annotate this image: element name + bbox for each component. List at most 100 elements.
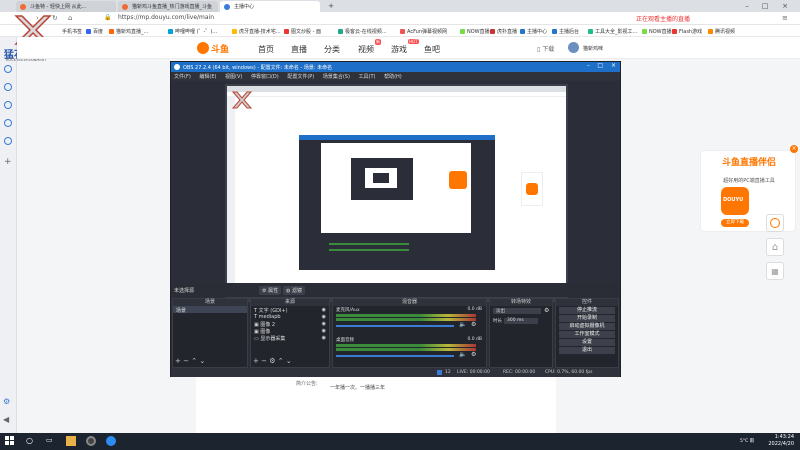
obs-menu-profile[interactable]: 配置文件(P) (287, 73, 314, 80)
bookmark-item[interactable]: 主播后台 (552, 28, 579, 35)
start-recording-button[interactable]: 开始录制 (559, 315, 615, 322)
scene-item[interactable]: 场景 (173, 306, 247, 314)
obs-preview[interactable] (225, 84, 568, 302)
settings-button[interactable]: 设置 (559, 339, 615, 346)
add-scene-icon[interactable]: + (175, 357, 181, 365)
browser-tab[interactable]: 猫斩鸡斗鱼直播_热门游戏直播_斗鱼 (118, 1, 218, 12)
home-float-button[interactable]: ⌂ (766, 238, 784, 256)
bookmark-item[interactable]: 手机书签 (62, 28, 82, 35)
add-source-icon[interactable]: + (253, 357, 259, 365)
bookmark-item[interactable]: 哔哩哔哩 (゜-゜)... (168, 28, 217, 35)
bookmark-item[interactable]: 虎扑直播 (490, 28, 517, 35)
source-item[interactable]: T mediapb ◉ (251, 313, 329, 320)
bookmark-item[interactable]: 图文炒股 - 面 (284, 28, 321, 35)
source-settings-icon[interactable]: ⚙ (269, 357, 275, 365)
speaker-icon[interactable]: 🔈 (459, 321, 466, 328)
source-up-icon[interactable]: ⌃ (278, 357, 284, 365)
obs-menu-scene-collection[interactable]: 场景集合(S) (323, 73, 350, 80)
file-explorer-icon[interactable] (66, 436, 76, 446)
windows-start-icon[interactable] (5, 436, 15, 446)
obs-menu-help[interactable]: 帮助(H) (384, 73, 402, 80)
username[interactable]: 猫斩鸡咪 (583, 45, 603, 52)
sidebar-add-icon[interactable]: + (4, 157, 12, 167)
url-field[interactable]: https://mp.douyu.com/live/main (118, 14, 214, 21)
taskbar-clock[interactable]: 1:43:24 2022/4/20 (768, 434, 794, 448)
remove-scene-icon[interactable]: − (183, 357, 189, 365)
download-link[interactable]: ▯ 下载 (537, 44, 554, 53)
remove-source-icon[interactable]: − (261, 357, 267, 365)
obs-minimize-icon[interactable]: – (587, 62, 590, 69)
stop-streaming-button[interactable]: 停止推流 (559, 307, 615, 314)
properties-button[interactable]: ⚙ 属性 (259, 286, 282, 295)
browser-tab-active[interactable]: 主播中心 (220, 1, 320, 12)
nav-live[interactable]: 直播 (291, 44, 307, 55)
channel-settings-icon[interactable]: ⚙ (471, 351, 476, 358)
bookmark-item[interactable]: 工具大全_影视工... (588, 28, 637, 35)
bookmark-item[interactable]: NOW直播 (460, 28, 490, 35)
bookmark-item[interactable]: AcFun弹幕视频网 (400, 28, 447, 35)
watching-notice[interactable]: 正在观看主播的直播 (636, 14, 690, 23)
volume-slider[interactable] (336, 325, 454, 327)
ad-download-button[interactable]: 立即下载 (721, 219, 749, 227)
obs-menu-file[interactable]: 文件(F) (174, 73, 191, 80)
sidebar-settings-icon[interactable]: ⚙ (3, 397, 10, 406)
bookmark-item[interactable]: Flash游戏 (672, 28, 702, 35)
bookmark-item[interactable]: NOW直播 (642, 28, 672, 35)
weather-text[interactable]: 5°C 雨 (740, 438, 754, 444)
browser-tab[interactable]: 斗鱼特 - 轻快上网 从此... (16, 1, 116, 12)
duration-input[interactable]: 300 ms (504, 318, 538, 324)
nav-fishbar[interactable]: 鱼吧 (424, 44, 440, 55)
transition-select[interactable]: 淡出 (493, 308, 541, 314)
close-icon[interactable]: × (780, 2, 790, 10)
transition-settings-icon[interactable]: ⚙ (544, 307, 549, 314)
ad-close-icon[interactable]: × (790, 145, 798, 153)
sidebar-bookmark-icon[interactable] (4, 65, 12, 73)
scene-down-icon[interactable]: ⌄ (199, 357, 205, 365)
obs-taskbar-icon[interactable] (86, 436, 96, 446)
source-down-icon[interactable]: ⌄ (286, 357, 292, 365)
obs-menu-edit[interactable]: 编辑(E) (199, 73, 216, 80)
exit-button[interactable]: 退出 (559, 347, 615, 354)
nav-game[interactable]: 游戏 (391, 44, 407, 55)
source-item[interactable]: ▭ 显示器采集 ◉ (251, 334, 329, 342)
obs-menu-tools[interactable]: 工具(T) (359, 73, 376, 80)
bookmark-item[interactable]: 主播中心 (520, 28, 547, 35)
sidebar-chat-icon[interactable] (4, 101, 12, 109)
sidebar-collapse-icon[interactable]: ◀ (3, 415, 9, 424)
play-float-button[interactable] (766, 214, 784, 232)
minimize-icon[interactable]: – (742, 2, 752, 10)
studio-mode-button[interactable]: 工作室模式 (559, 331, 615, 338)
home-icon[interactable]: ⌂ (68, 14, 72, 22)
sidebar-video-icon[interactable] (4, 83, 12, 91)
maximize-icon[interactable]: □ (760, 2, 770, 10)
obs-menu-view[interactable]: 视图(V) (225, 73, 242, 80)
channel-settings-icon[interactable]: ⚙ (471, 321, 476, 328)
search-icon[interactable]: ○ (26, 436, 36, 446)
menu-icon[interactable]: ≡ (782, 14, 788, 22)
scene-up-icon[interactable]: ⌃ (191, 357, 197, 365)
nav-category[interactable]: 分类 (324, 44, 340, 55)
nav-home[interactable]: 首页 (258, 44, 274, 55)
bookmark-item[interactable]: 虎牙直播-技术宅... (232, 28, 281, 35)
nav-video[interactable]: 视频 (358, 44, 374, 55)
virtual-camera-button[interactable]: 启动虚拟摄像机 (559, 323, 615, 330)
obs-maximize-icon[interactable]: □ (597, 62, 603, 69)
avatar[interactable] (568, 42, 579, 53)
source-item[interactable]: T 文字 (GDI+) ◉ (251, 306, 329, 314)
browser-taskbar-icon[interactable] (106, 436, 116, 446)
visibility-eye-icon[interactable]: ◉ (322, 335, 326, 341)
filters-button[interactable]: ◍ 滤镜 (283, 286, 305, 295)
obs-close-icon[interactable]: × (611, 62, 616, 69)
task-view-icon[interactable]: ▭ (46, 436, 56, 446)
bookmark-item[interactable]: 腾讯视频 (708, 28, 735, 35)
douyu-logo[interactable]: 斗鱼 (197, 41, 231, 55)
speaker-icon[interactable]: 🔈 (459, 351, 466, 358)
source-item[interactable]: ▣ 图像 2 ◉ (251, 320, 329, 328)
bookmark-item[interactable]: 百度 (86, 28, 103, 35)
app-float-button[interactable]: ▦ (766, 262, 784, 280)
new-tab-icon[interactable]: + (326, 2, 336, 10)
source-item[interactable]: ▣ 图像 ◉ (251, 327, 329, 335)
bookmark-item[interactable]: 极客云-在线视频... (338, 28, 387, 35)
sidebar-history-icon[interactable] (4, 119, 12, 127)
sidebar-clock-icon[interactable] (4, 137, 12, 145)
